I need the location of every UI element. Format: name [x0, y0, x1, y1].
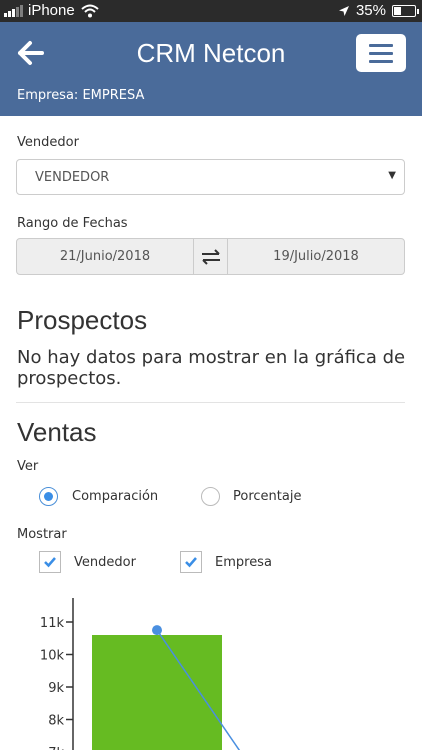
comparacion-label: Comparación: [72, 489, 159, 504]
check-empresa[interactable]: Empresa: [180, 551, 272, 573]
porcentaje-label: Porcentaje: [233, 489, 302, 504]
prospectos-title: Prospectos: [17, 305, 148, 335]
empresa-check-label: Empresa: [215, 554, 272, 570]
prospectos-empty-message: No hay datos para mostrar en la gráfica …: [17, 347, 406, 389]
radio-porcentaje[interactable]: Porcentaje: [201, 487, 301, 506]
fecha-inicio-input[interactable]: 21/Junio/2018: [17, 239, 193, 274]
battery-percent: 35%: [355, 2, 386, 19]
date-range: 21/Junio/2018 19/Julio/2018: [16, 238, 405, 275]
mostrar-label: Mostrar: [17, 527, 67, 542]
y-tick-label: 7k: [48, 746, 64, 750]
y-tick-label: 9k: [48, 681, 64, 696]
radio-off-icon: [201, 487, 220, 506]
fechas-label: Rango de Fechas: [17, 216, 128, 231]
ventas-chart: 11k 10k 9k 8k 7k: [40, 598, 241, 750]
exchange-icon: [201, 248, 220, 265]
ventas-title: Ventas: [17, 417, 97, 447]
wifi-icon: [81, 4, 99, 17]
caret-down-icon: ▼: [388, 170, 396, 181]
ver-label: Ver: [17, 459, 39, 474]
radio-comparacion[interactable]: Comparación: [39, 487, 158, 506]
hamburger-icon: [369, 43, 393, 47]
battery-icon: [392, 4, 419, 17]
fecha-fin-input[interactable]: 19/Julio/2018: [228, 239, 404, 274]
empresa-label: Empresa: EMPRESA: [17, 88, 145, 103]
status-bar: iPhone 35%: [0, 0, 422, 22]
y-tick-label: 8k: [48, 714, 64, 729]
location-icon: [338, 5, 349, 16]
divider: [16, 402, 405, 403]
checkmark-icon: [39, 551, 61, 573]
vendedor-check-label: Vendedor: [74, 554, 136, 570]
carrier-label: iPhone: [28, 2, 75, 19]
app-header: CRM Netcon Empresa: EMPRESA: [0, 22, 422, 116]
y-tick-label: 11k: [40, 616, 65, 631]
swap-dates-button[interactable]: [193, 239, 228, 274]
checkmark-icon: [180, 551, 202, 573]
bar-mark: [92, 635, 222, 750]
vendedor-value: VENDEDOR: [35, 170, 110, 185]
radio-on-icon: [39, 487, 58, 506]
y-tick-label: 10k: [40, 649, 65, 664]
vendedor-label: Vendedor: [17, 135, 79, 150]
line-point: [152, 625, 162, 636]
vendedor-select[interactable]: VENDEDOR ▼: [16, 159, 405, 195]
menu-button[interactable]: [356, 34, 406, 72]
check-vendedor[interactable]: Vendedor: [39, 551, 136, 573]
signal-icon: [4, 4, 23, 17]
